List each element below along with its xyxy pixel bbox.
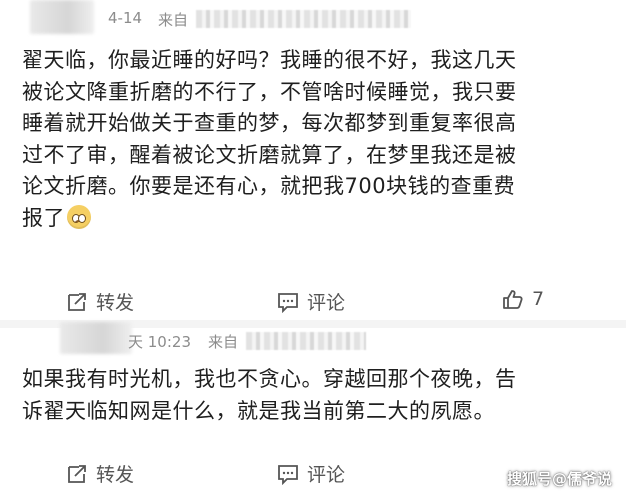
- pleading-face-emoji: [67, 204, 91, 229]
- repost-label: 转发: [96, 292, 135, 314]
- comment-date: 4-14: [108, 9, 143, 27]
- comment-icon: [277, 463, 299, 485]
- comment-icon: [277, 291, 299, 313]
- body-line: 翟天临，你最近睡的好吗？我睡的很不好，我这几天: [22, 48, 517, 72]
- blurred-avatar: [30, 0, 94, 34]
- comment-source-label: 来自: [158, 11, 189, 29]
- body-line: 过不了审，醒着被论文折磨就算了，在梦里我还是被: [22, 142, 517, 167]
- comment-source-label: 来自: [208, 333, 239, 351]
- body-line: 如果我有时光机，我也不贪心。穿越回那个夜晚，告: [22, 367, 517, 391]
- repost-button[interactable]: 转发: [66, 288, 134, 315]
- like-count: 7: [532, 288, 545, 310]
- comment-body: 翟天临，你最近睡的好吗？我睡的很不好，我这几天 被论文降重折磨的不行了，不管啥时…: [22, 45, 612, 234]
- watermark: 搜狐号@儒爷说: [506, 470, 612, 488]
- repost-button[interactable]: 转发: [66, 460, 134, 487]
- blurred-avatar: [60, 322, 132, 354]
- comment-body: 如果我有时光机，我也不贪心。穿越回那个夜晚，告 诉翟天临知网是什么，就是我当前第…: [22, 364, 612, 427]
- comment-label: 评论: [307, 292, 346, 314]
- body-line: 论文折磨。你要是还有心，就把我700块钱的查重费: [22, 174, 516, 198]
- comment-header: 天 10:23 来自: [0, 322, 626, 358]
- thumbs-up-icon: [502, 288, 524, 310]
- body-line-text: 报了: [22, 205, 65, 230]
- body-line: 睡着就开始做关于查重的梦，每次都梦到重复率很高: [22, 111, 517, 135]
- redacted-source: [246, 332, 366, 350]
- comment-action-bar: 转发 评论 7: [0, 280, 626, 320]
- like-button[interactable]: 7: [502, 288, 544, 310]
- repost-icon: [66, 463, 88, 485]
- comment-button[interactable]: 评论: [277, 288, 345, 315]
- body-line: 诉翟天临知网是什么，就是我当前第二大的夙愿。: [22, 398, 495, 423]
- redacted-source: [196, 10, 411, 28]
- body-line: 报了: [22, 203, 612, 235]
- repost-label: 转发: [96, 464, 135, 486]
- comment-label: 评论: [307, 464, 346, 486]
- body-line: 被论文降重折磨的不行了，不管啥时候睡觉，我只要: [22, 79, 517, 104]
- comment-header: 4-14 来自: [0, 0, 626, 36]
- repost-icon: [66, 291, 88, 313]
- comment-date: 天 10:23: [128, 333, 191, 351]
- comment-button[interactable]: 评论: [277, 460, 345, 487]
